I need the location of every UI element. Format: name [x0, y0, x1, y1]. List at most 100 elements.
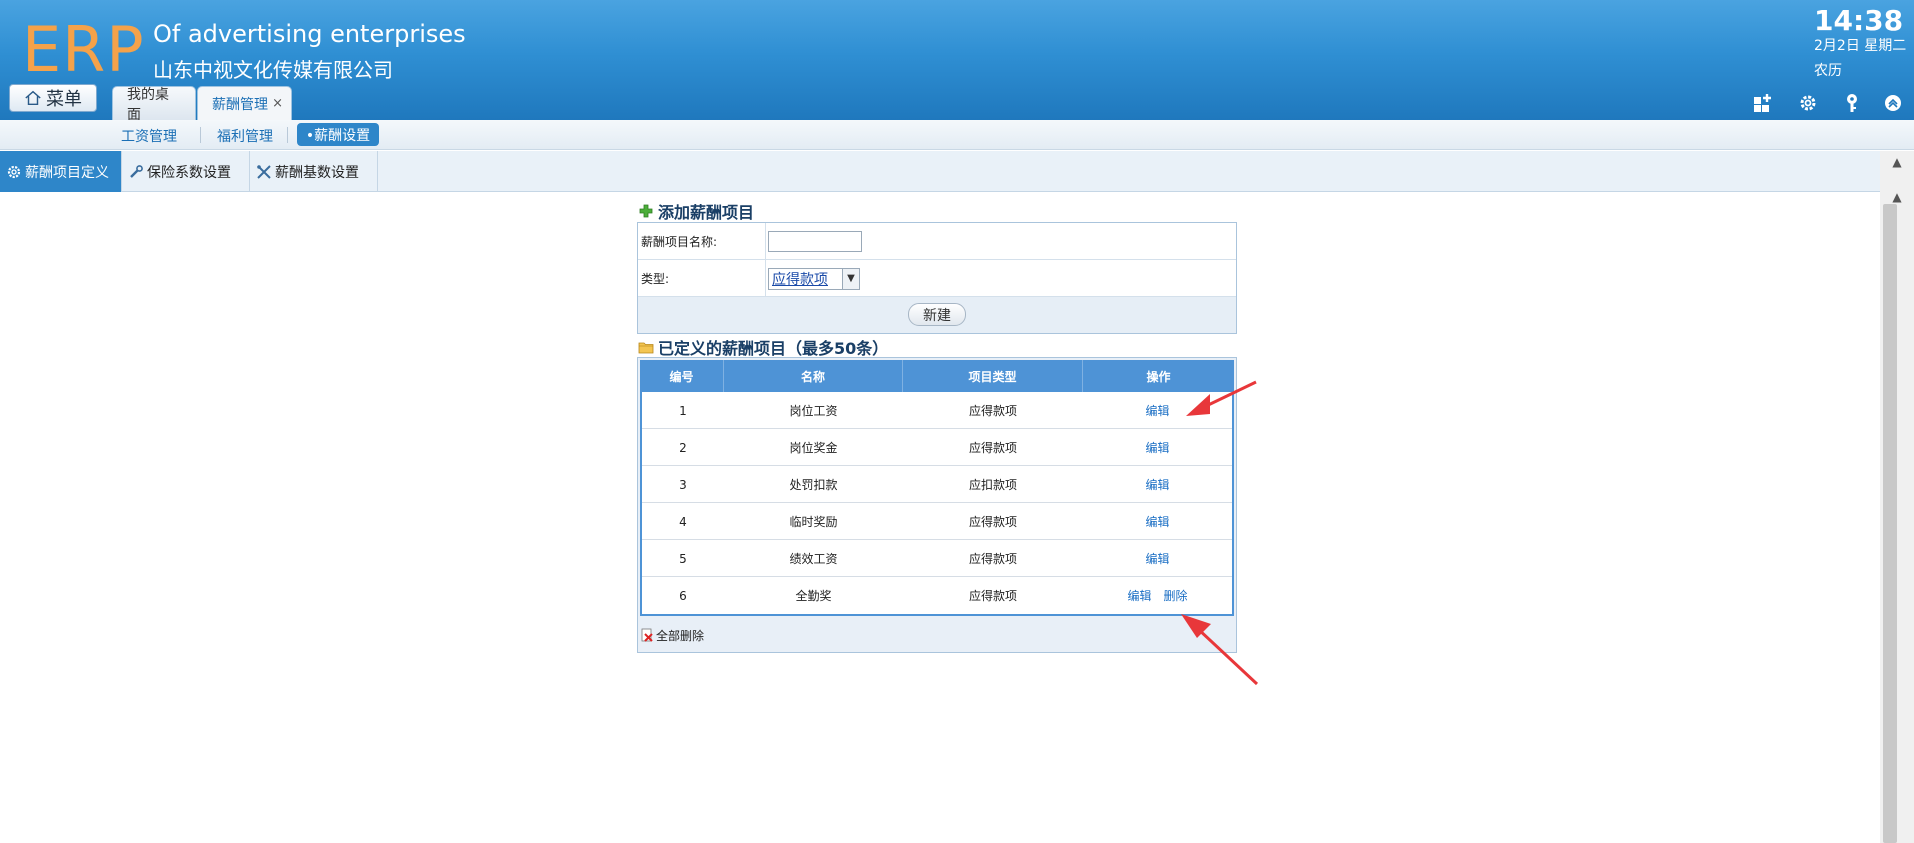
subnav-salary-settings[interactable]: •薪酬设置 [297, 123, 379, 146]
edit-link[interactable]: 编辑 [1145, 476, 1169, 493]
key-icon[interactable] [1841, 92, 1863, 117]
cell-name: 全勤奖 [795, 589, 832, 603]
cell-type: 应得款项 [968, 404, 1017, 418]
cell-actions: 编辑 [1083, 429, 1232, 466]
cell-actions: 编辑 [1083, 503, 1232, 540]
delete-link[interactable]: 删除 [1164, 587, 1188, 604]
folder-icon [638, 342, 654, 354]
add-module-icon[interactable] [1752, 92, 1774, 117]
tab-insurance-coefficient-label: 保险系数设置 [147, 164, 231, 181]
tab-close-icon[interactable]: × [272, 96, 283, 111]
table-header: 编号 名称 项目类型 操作 [640, 360, 1234, 392]
table-row: 3 处罚扣款 应扣款项 编辑 [642, 466, 1232, 503]
plus-icon [639, 204, 653, 218]
add-item-form: 薪酬项目名称: 类型: 应得款项 ▼ 新建 [637, 222, 1237, 334]
table-row: 2 岗位奖金 应得款项 编辑 [642, 429, 1232, 466]
clock-date: 2月2日 星期二 [1814, 38, 1907, 54]
table-row: 6 全勤奖 应得款项 编辑 删除 [642, 577, 1232, 614]
chevron-down-icon: ▼ [842, 269, 859, 289]
erp-logo: ERP [22, 13, 145, 86]
scrollbar-thumb[interactable] [1883, 204, 1897, 843]
app-title-english: Of advertising enterprises [153, 20, 466, 48]
column-header-name: 名称 [724, 360, 903, 392]
table-row: 1 岗位工资 应得款项 编辑 [642, 392, 1232, 429]
home-icon [25, 90, 41, 106]
section-tab-bar: 薪酬项目定义 保险系数设置 薪酬基数设置 [0, 151, 1880, 192]
column-header-type: 项目类型 [903, 360, 1083, 392]
annotation-arrow-icon [1186, 380, 1257, 416]
annotation-arrow-icon [1181, 614, 1259, 686]
tab-salary-item-definition[interactable]: 薪酬项目定义 [0, 151, 122, 192]
item-name-input[interactable] [768, 231, 862, 252]
tab-salary-base[interactable]: 薪酬基数设置 [250, 151, 378, 192]
cell-type: 应得款项 [968, 589, 1017, 603]
tab-salary-item-definition-label: 薪酬项目定义 [25, 164, 109, 181]
defined-items-table: 编号 名称 项目类型 操作 1 岗位工资 应得款项 编辑 2 岗位奖金 应得款项… [637, 357, 1237, 653]
tab-salary-base-label: 薪酬基数设置 [275, 164, 359, 181]
form-row-type: 类型: 应得款项 ▼ [638, 260, 1236, 297]
cell-number: 6 [679, 588, 687, 603]
settings-gear-icon[interactable] [1797, 92, 1819, 117]
cell-actions: 编辑 [1083, 540, 1232, 577]
table-body: 1 岗位工资 应得款项 编辑 2 岗位奖金 应得款项 编辑 3 处罚扣款 应扣款… [640, 392, 1234, 616]
subnav-divider [200, 127, 201, 143]
cell-type: 应扣款项 [968, 478, 1017, 492]
tab-my-desktop[interactable]: 我的桌面 [112, 86, 196, 123]
cell-name: 岗位工资 [789, 404, 838, 418]
add-item-section-title: 添加薪酬项目 [638, 199, 754, 223]
defined-items-title-text: 已定义的薪酬项目（最多50条） [658, 339, 889, 358]
cell-name: 临时奖励 [789, 515, 838, 529]
form-row-name: 薪酬项目名称: [638, 223, 1236, 260]
cell-actions: 编辑 [1083, 466, 1232, 503]
lunar-calendar-link[interactable]: 农历 [1814, 60, 1842, 80]
edit-link[interactable]: 编辑 [1145, 513, 1169, 530]
cell-type: 应得款项 [968, 552, 1017, 566]
table-row: 4 临时奖励 应得款项 编辑 [642, 503, 1232, 540]
scroll-up-arrow-icon[interactable]: ▲ [1880, 155, 1914, 169]
edit-link[interactable]: 编辑 [1145, 402, 1169, 419]
defined-items-section-title: 已定义的薪酬项目（最多50条） [638, 335, 888, 359]
wrench-icon [130, 164, 143, 178]
form-footer: 新建 [638, 297, 1236, 333]
edit-link[interactable]: 编辑 [1127, 587, 1151, 604]
item-type-selected-value: 应得款项 [772, 272, 828, 288]
tab-salary-management-label: 薪酬管理 [212, 96, 268, 113]
cell-number: 3 [679, 477, 687, 492]
company-name: 山东中视文化传媒有限公司 [153, 58, 393, 82]
create-button[interactable]: 新建 [908, 303, 966, 326]
tab-salary-management[interactable]: 薪酬管理 × [197, 86, 292, 120]
app-header: ERP Of advertising enterprises 山东中视文化传媒有… [0, 0, 1914, 123]
cell-number: 2 [679, 440, 687, 455]
cell-number: 4 [679, 514, 687, 529]
delete-all-icon [641, 628, 653, 642]
delete-all-label: 全部删除 [656, 628, 705, 643]
tab-insurance-coefficient[interactable]: 保险系数设置 [122, 151, 250, 192]
item-name-label: 薪酬项目名称: [638, 223, 766, 260]
table-row: 5 绩效工资 应得款项 编辑 [642, 540, 1232, 577]
subnav-welfare-management[interactable]: 福利管理 [217, 126, 273, 146]
item-type-select[interactable]: 应得款项 ▼ [768, 268, 860, 290]
menu-button[interactable]: 菜单 [9, 84, 97, 112]
cell-name: 处罚扣款 [789, 478, 838, 492]
item-type-label: 类型: [638, 260, 766, 297]
subnav-wage-management[interactable]: 工资管理 [121, 126, 177, 146]
edit-link[interactable]: 编辑 [1145, 550, 1169, 567]
cell-type: 应得款项 [968, 515, 1017, 529]
delete-all-button[interactable]: 全部删除 [640, 620, 1234, 650]
clock-time: 14:38 [1814, 4, 1904, 37]
sub-navigation: 工资管理 福利管理 •薪酬设置 [0, 120, 1914, 150]
cell-name: 岗位奖金 [789, 441, 838, 455]
column-header-number: 编号 [640, 360, 724, 392]
add-item-title-text: 添加薪酬项目 [658, 203, 755, 222]
edit-link[interactable]: 编辑 [1145, 439, 1169, 456]
cell-number: 5 [679, 551, 687, 566]
collapse-up-icon[interactable] [1882, 92, 1904, 117]
cell-number: 1 [679, 403, 687, 418]
scroll-up-arrow-icon[interactable]: ▲ [1880, 190, 1914, 204]
tab-my-desktop-label: 我的桌面 [127, 86, 169, 123]
cell-name: 绩效工资 [789, 552, 838, 566]
cell-type: 应得款项 [968, 441, 1017, 455]
tools-icon [257, 164, 271, 179]
subnav-divider [287, 127, 288, 143]
menu-button-label: 菜单 [46, 89, 82, 110]
